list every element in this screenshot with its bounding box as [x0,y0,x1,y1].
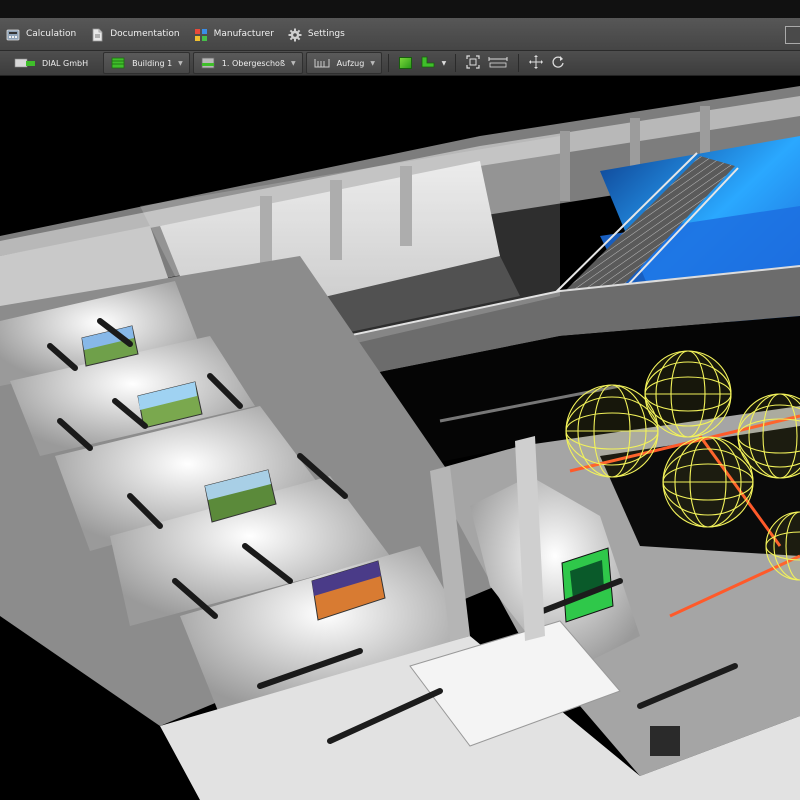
office-chair [650,726,680,756]
cube-icon [399,57,413,69]
building-selector[interactable]: Building 1 ▼ [103,52,190,74]
floor-selector[interactable]: 1. Obergeschoß ▼ [192,52,303,74]
building-icon [110,54,126,73]
menu-documentation[interactable]: Documentation [84,18,187,50]
main-menu-bar: Calculation Documentation Manufacturer S… [0,18,800,51]
light-sphere [565,384,659,478]
3d-viewport[interactable] [0,76,800,800]
measure-button[interactable] [484,54,512,72]
gear-icon [288,27,302,42]
floor-icon [200,54,216,73]
light-sphere [662,436,754,528]
toolbar-separator [387,54,389,72]
project-selector[interactable]: DIAL GmbH [8,53,100,73]
menu-calculation[interactable]: Calculation [0,18,84,50]
navigation-toolbar: DIAL GmbH Building 1 ▼ 1. Obergeschoß ▼ … [0,51,800,76]
building-label: Building 1 [132,58,173,68]
chevron-down-icon: ▼ [291,59,296,67]
catalog-icon [194,27,208,41]
document-icon [90,27,104,42]
zoom-fit-button[interactable] [462,54,484,72]
project-label: DIAL GmbH [42,58,89,68]
room-label: Aufzug [336,58,365,68]
menu-manufacturer-label: Manufacturer [213,29,274,39]
toolbar-separator [454,54,456,72]
view-options-dropdown[interactable]: ▼ [439,54,449,72]
light-sphere [644,350,732,438]
project-icon [14,54,36,73]
menu-settings[interactable]: Settings [282,18,353,50]
view-3d-button[interactable] [395,54,417,72]
rotate-button[interactable] [547,54,569,72]
room-selector[interactable]: Aufzug ▼ [305,52,382,74]
chevron-down-icon: ▼ [178,59,183,67]
menu-manufacturer[interactable]: Manufacturer [188,18,282,50]
chevron-down-icon: ▼ [370,59,375,67]
pan-button[interactable] [525,54,547,72]
building-render [0,76,800,800]
menu-calculation-label: Calculation [26,29,77,39]
menu-settings-label: Settings [307,29,345,39]
zoom-fit-icon [466,54,480,72]
room-icon [313,54,331,73]
floorplan-icon [421,56,435,71]
calculator-icon [6,27,20,41]
measure-icon [488,56,508,71]
rotate-icon [551,55,565,72]
view-floorplan-button[interactable] [417,54,439,72]
window-restore-button[interactable] [785,26,800,44]
floor-label: 1. Obergeschoß [221,58,285,68]
system-top-bar [0,0,800,18]
menu-documentation-label: Documentation [110,29,180,39]
move-icon [528,54,543,72]
toolbar-separator [517,54,519,72]
chevron-down-icon: ▼ [441,59,447,67]
